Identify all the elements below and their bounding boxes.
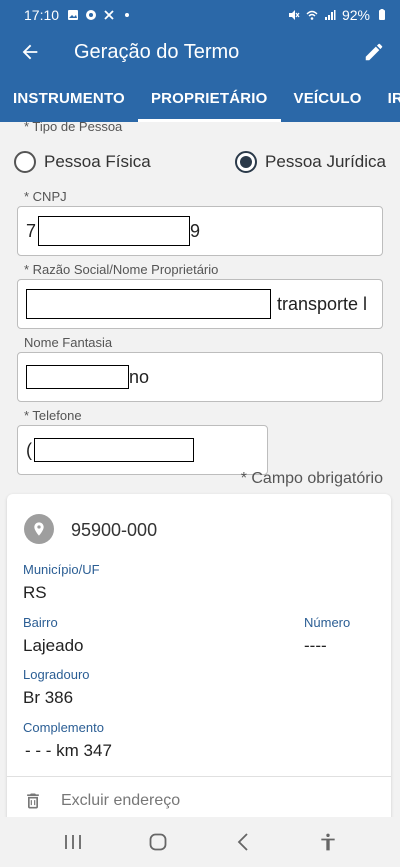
razao-social-field[interactable]: transporte l [17,279,383,329]
cnpj-label: * CNPJ [24,189,67,204]
telefone-prefix: ( [26,439,32,460]
numero-value: ---- [304,636,327,655]
nome-fantasia-field[interactable]: no [17,352,383,402]
tipo-pessoa-label: * Tipo de Pessoa [24,122,123,134]
razao-social-suffix: transporte l [277,293,368,314]
trash-icon [27,793,39,809]
radio-pessoa-fisica-label: Pessoa Física [44,152,151,171]
signal-icon [324,10,336,20]
radio-pessoa-juridica[interactable]: Pessoa Jurídica [235,151,386,173]
radio-pessoa-juridica-label: Pessoa Jurídica [265,152,386,171]
redaction-box [26,289,271,319]
bairro-value: Lajeado [23,636,84,655]
home-icon [149,833,166,851]
municipio-label: Município/UF [23,562,100,577]
system-navigation-bar [0,817,400,867]
complemento-label: Complemento [23,720,104,735]
municipio-value: RS [23,583,47,602]
page-title: Geração do Termo [74,40,240,63]
tab-veiculo[interactable]: VEÍCULO [281,74,375,122]
accessibility-icon [320,833,335,851]
app-bar: Geração do Termo [0,30,400,74]
battery-icon [379,9,385,20]
redaction-box [26,365,129,389]
radio-unchecked-icon [14,151,36,173]
cnpj-suffix: 9 [190,220,201,241]
tab-irregularidades[interactable]: IRREG [375,74,400,122]
gallery-icon [68,10,79,20]
tab-instrumento[interactable]: INSTRUMENTO [0,74,138,122]
back-button[interactable] [0,41,60,63]
status-notification-icons [67,9,133,21]
pencil-icon [365,43,383,61]
accessibility-button[interactable] [308,822,348,862]
logradouro-label: Logradouro [23,667,90,682]
delete-address-button[interactable]: Excluir endereço [23,790,180,812]
bairro-label: Bairro [23,615,58,630]
battery-percent: 92% [341,7,370,23]
location-pin-icon [24,514,54,544]
telefone-label: * Telefone [24,408,82,423]
tab-bar: INSTRUMENTO PROPRIETÁRIO VEÍCULO IRREG [0,74,400,122]
divider [7,776,391,777]
soccer-icon [86,10,97,20]
delete-address-label: Excluir endereço [61,792,181,809]
cnpj-field[interactable]: 7 9 [17,206,383,256]
cnpj-prefix: 7 [26,220,37,241]
required-field-note: * Campo obrigatório [240,470,383,487]
radio-checked-icon [235,151,258,173]
redaction-box [38,216,191,246]
status-bar: 17:10 92% [0,0,400,30]
recent-apps-icon [64,835,81,849]
nome-fantasia-suffix: no [129,366,150,387]
nome-fantasia-label: Nome Fantasia [24,335,113,350]
wifi-icon [306,10,318,20]
home-button[interactable] [138,822,178,862]
tab-proprietario[interactable]: PROPRIETÁRIO [137,74,281,122]
edit-button[interactable] [348,41,400,63]
logradouro-value: Br 386 [23,688,74,707]
status-time: 17:10 [24,7,60,23]
cep-value: 95900-000 [71,520,158,540]
complemento-value: - - - km 347 [25,741,112,760]
mute-icon [288,10,300,20]
form-content: * Tipo de Pessoa Pessoa Física Pessoa Ju… [0,122,400,817]
arrow-back-icon [22,44,38,60]
chevron-left-icon [237,833,248,851]
redaction-box [34,438,194,462]
back-nav-button[interactable] [223,822,263,862]
address-card: 95900-000 Município/UF RS Bairro Lajeado… [7,494,391,817]
tools-icon [104,10,114,20]
telefone-field[interactable]: ( [17,425,268,475]
tipo-pessoa-radio-group: Pessoa Física Pessoa Jurídica [14,148,386,176]
dot-icon [125,13,130,17]
status-system-icons: 92% [288,7,388,23]
radio-pessoa-fisica[interactable]: Pessoa Física [14,151,151,173]
numero-label: Número [304,615,351,630]
razao-social-label: * Razão Social/Nome Proprietário [24,262,219,277]
recent-apps-button[interactable] [53,822,93,862]
